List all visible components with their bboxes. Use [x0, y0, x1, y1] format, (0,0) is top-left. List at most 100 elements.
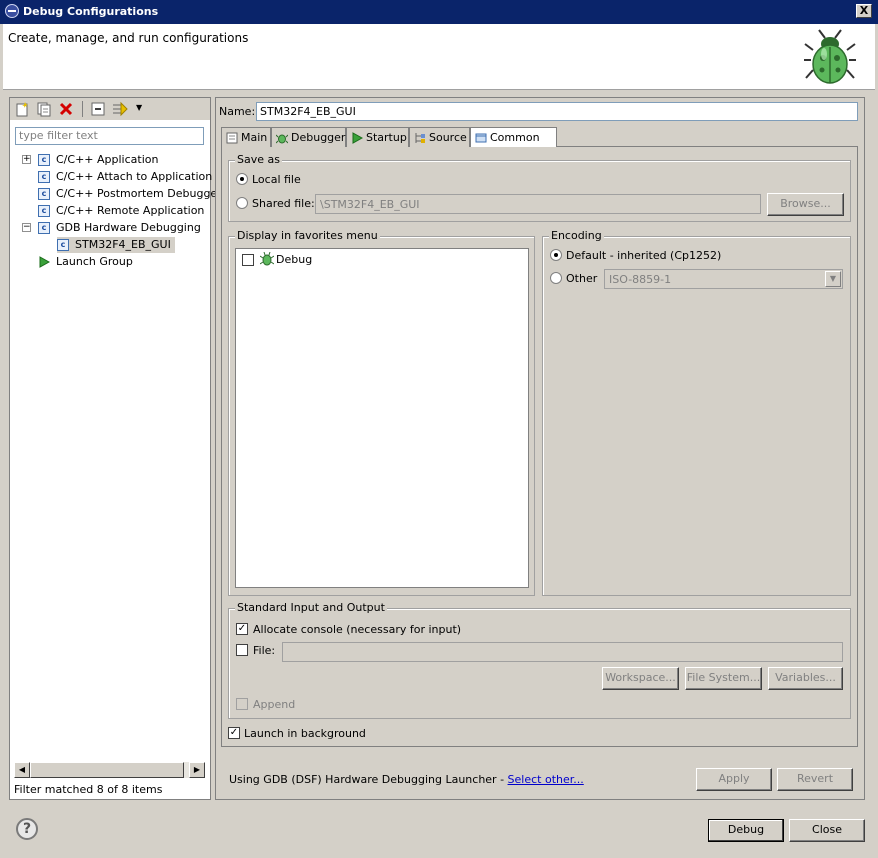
favorites-group: Display in favorites menu Debug: [228, 229, 535, 596]
tree-item-label: STM32F4_EB_GUI: [75, 238, 171, 251]
name-label: Name:: [219, 105, 256, 118]
tree-expander[interactable]: +: [22, 155, 31, 164]
tree-item-cpp-attach[interactable]: c C/C++ Attach to Application: [38, 169, 212, 185]
tree-item-cpp-remote[interactable]: c C/C++ Remote Application: [38, 203, 204, 219]
allocate-console-checkbox[interactable]: ✓: [236, 623, 248, 635]
tab-label: Main: [241, 131, 268, 144]
c-config-icon: c: [38, 188, 50, 200]
eclipse-icon: [5, 4, 19, 18]
tree-item-label: C/C++ Attach to Application: [56, 170, 213, 183]
scroll-thumb[interactable]: [30, 762, 184, 778]
banner-text: Create, manage, and run configurations: [8, 31, 249, 45]
revert-button[interactable]: Revert: [777, 768, 853, 791]
name-input[interactable]: STM32F4_EB_GUI: [256, 102, 858, 121]
tree-item-label: GDB Hardware Debugging: [56, 221, 201, 234]
scroll-right-icon[interactable]: ▶: [189, 762, 205, 778]
c-config-icon: c: [38, 154, 50, 166]
save-as-title: Save as: [235, 153, 282, 166]
shared-file-radio[interactable]: [236, 197, 248, 209]
tab-content: Save as Local file Shared file: \STM32F4…: [221, 146, 858, 747]
tab-startup[interactable]: Startup: [346, 127, 409, 147]
tab-label: Common: [490, 131, 540, 144]
scroll-left-icon[interactable]: ◀: [14, 762, 30, 778]
browse-button[interactable]: Browse...: [767, 193, 844, 216]
tree-item-label: C/C++ Application: [56, 153, 159, 166]
stdio-group: Standard Input and Output ✓ Allocate con…: [228, 601, 851, 719]
startup-tab-icon: [352, 132, 363, 144]
title-bar: Debug Configurations X: [0, 0, 878, 24]
debug-button[interactable]: Debug: [708, 819, 784, 842]
shared-file-label: Shared file:: [252, 197, 315, 210]
filter-input[interactable]: type filter text: [15, 127, 204, 145]
file-output-input[interactable]: [282, 642, 843, 662]
stdio-title: Standard Input and Output: [235, 601, 387, 614]
favorites-title: Display in favorites menu: [235, 229, 380, 242]
tree-item-launch-group[interactable]: Launch Group: [38, 254, 133, 270]
tree-item-stm32f4-eb-gui[interactable]: c STM32F4_EB_GUI: [57, 237, 175, 253]
other-encoding-radio[interactable]: [550, 272, 562, 284]
filter-configurations-icon[interactable]: [112, 101, 128, 117]
tree-item-label: C/C++ Postmortem Debugger: [56, 187, 222, 200]
default-encoding-radio[interactable]: [550, 249, 562, 261]
tab-source[interactable]: Source: [409, 127, 470, 147]
encoding-select[interactable]: ISO-8859-1 ▼: [604, 269, 843, 289]
close-button[interactable]: Close: [789, 819, 865, 842]
launch-in-background-checkbox[interactable]: ✓: [228, 727, 240, 739]
debug-bug-icon: [260, 252, 274, 266]
favorite-debug-checkbox[interactable]: [242, 254, 254, 266]
shared-file-input[interactable]: \STM32F4_EB_GUI: [315, 194, 761, 214]
collapse-all-icon[interactable]: [90, 101, 106, 117]
tree-toolbar: ▼: [10, 98, 210, 120]
tree-item-label: Launch Group: [56, 255, 133, 268]
append-checkbox[interactable]: [236, 698, 248, 710]
launch-group-icon: [39, 256, 51, 268]
window-title: Debug Configurations: [23, 5, 159, 18]
main-tab-icon: [226, 132, 238, 144]
tab-debugger[interactable]: Debugger: [271, 127, 346, 147]
workspace-button[interactable]: Workspace...: [602, 667, 679, 690]
delete-icon[interactable]: [58, 101, 74, 117]
new-configuration-icon[interactable]: [14, 101, 30, 117]
help-icon[interactable]: ?: [16, 818, 38, 840]
tab-label: Debugger: [291, 131, 346, 144]
filter-status: Filter matched 8 of 8 items: [14, 783, 163, 796]
toolbar-separator: [82, 101, 83, 117]
tree-item-label: C/C++ Remote Application: [56, 204, 205, 217]
favorite-debug-label: Debug: [276, 253, 313, 266]
apply-button[interactable]: Apply: [696, 768, 772, 791]
local-file-radio[interactable]: [236, 173, 248, 185]
variables-button[interactable]: Variables...: [768, 667, 843, 690]
file-output-label: File:: [253, 644, 276, 657]
close-window-button[interactable]: X: [856, 4, 872, 18]
tree-item-cpp-application[interactable]: c C/C++ Application: [38, 152, 158, 168]
tab-main[interactable]: Main: [221, 127, 271, 147]
tree-expander[interactable]: −: [22, 223, 31, 232]
allocate-console-label: Allocate console (necessary for input): [253, 623, 462, 636]
c-config-icon: c: [38, 171, 50, 183]
tree-item-cpp-postmortem[interactable]: c C/C++ Postmortem Debugger: [38, 186, 222, 202]
tab-label: Startup: [366, 131, 407, 144]
tab-label: Source: [429, 131, 467, 144]
default-encoding-label: Default - inherited (Cp1252): [566, 249, 722, 262]
select-other-link[interactable]: Select other...: [508, 773, 584, 786]
tree-item-gdb-hardware[interactable]: c GDB Hardware Debugging: [38, 220, 201, 236]
launch-in-background-label: Launch in background: [244, 727, 366, 740]
file-system-button[interactable]: File System...: [685, 667, 762, 690]
encoding-group: Encoding Default - inherited (Cp1252) Ot…: [542, 229, 851, 596]
source-tab-icon: [415, 133, 425, 143]
favorites-list[interactable]: Debug: [235, 248, 529, 588]
c-config-icon: c: [38, 205, 50, 217]
tree-horizontal-scrollbar[interactable]: ◀ ▶: [14, 762, 205, 778]
c-config-icon: c: [57, 239, 69, 251]
other-encoding-label: Other: [566, 272, 598, 285]
tab-common[interactable]: Common: [470, 127, 557, 147]
file-output-checkbox[interactable]: [236, 644, 248, 656]
encoding-select-value: ISO-8859-1: [609, 273, 672, 286]
duplicate-icon[interactable]: [36, 101, 52, 117]
append-label: Append: [253, 698, 296, 711]
bug-icon: [804, 29, 856, 84]
chevron-down-icon[interactable]: ▼: [825, 271, 841, 287]
local-file-label: Local file: [252, 173, 301, 186]
save-as-group: Save as Local file Shared file: \STM32F4…: [228, 153, 851, 222]
chevron-down-icon[interactable]: ▼: [136, 103, 142, 112]
